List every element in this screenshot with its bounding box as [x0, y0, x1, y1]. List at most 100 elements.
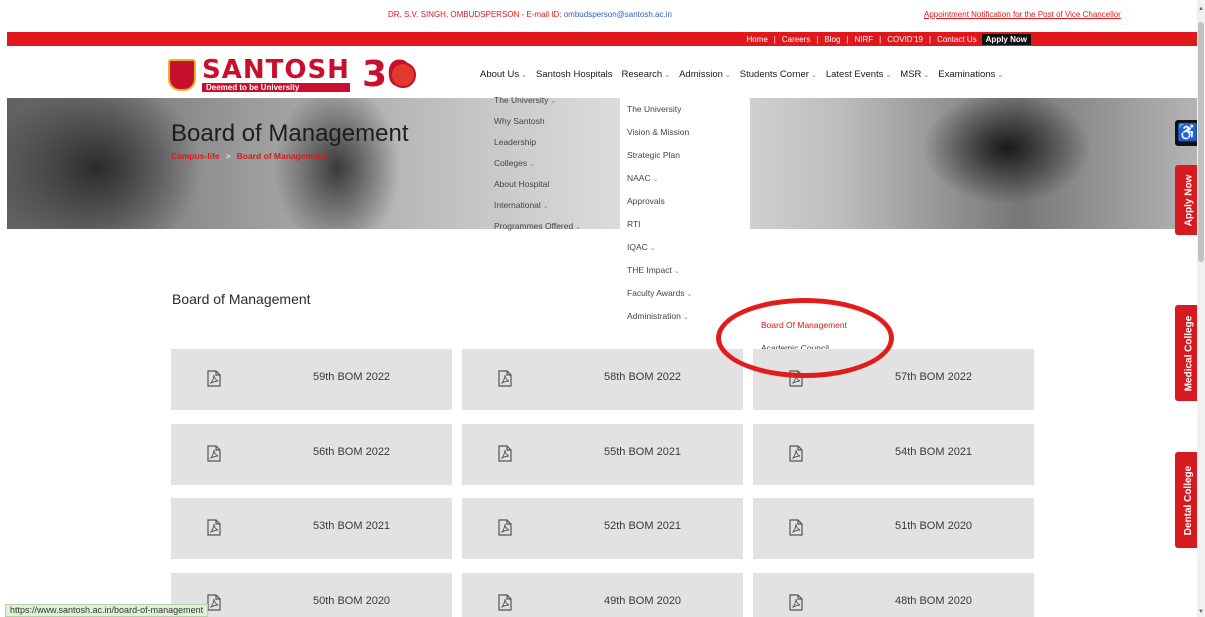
utility-separator: | [879, 35, 882, 44]
menu-item-administration[interactable]: Administration ⌄ [627, 311, 689, 321]
utility-link-home[interactable]: Home [746, 35, 767, 44]
site-logo[interactable]: SANTOSH Deemed to be University 30 [168, 55, 417, 93]
menu-item-label: Administration [627, 311, 681, 321]
document-card-label: 56th BOM 2022 [313, 446, 391, 458]
nav-item-students-corner[interactable]: Students Corner ⌄ [740, 69, 817, 80]
document-card[interactable]: 50th BOM 2020 [171, 573, 452, 617]
top-info-line: DR. S.V. SINGH, OMBUDSPERSON - E-mail ID… [0, 10, 1195, 24]
menu-item-international[interactable]: International ⌄ [494, 200, 549, 210]
chevron-down-icon: ⌄ [575, 224, 582, 231]
menu-item-label: The University [494, 95, 549, 105]
menu-item-iqac[interactable]: IQAC ⌄ [627, 242, 656, 252]
utility-link-covid-19[interactable]: COVID'19 [887, 35, 923, 44]
menu-item-approvals[interactable]: Approvals [627, 196, 665, 206]
anniversary-medal-icon [390, 62, 417, 88]
menu-item-vision-mission[interactable]: Vision & Mission [627, 127, 689, 137]
nav-item-about-us[interactable]: About Us ⌄ [480, 69, 527, 80]
menu-item-colleges[interactable]: Colleges ⌄ [494, 158, 535, 168]
status-bar-url: https://www.santosh.ac.in/board-of-manag… [5, 604, 209, 617]
menu-item-label: Leadership [494, 137, 537, 147]
menu-item-about-hospital[interactable]: About Hospital [494, 179, 549, 189]
menu-item-programmes-offered[interactable]: Programmes Offered ⌄ [494, 221, 581, 231]
utility-link-contact-us[interactable]: Contact Us [937, 35, 977, 44]
brand-name: SANTOSH [202, 55, 350, 85]
pdf-icon [498, 594, 512, 611]
nav-item-admission[interactable]: Admission ⌄ [679, 69, 731, 80]
document-card[interactable]: 58th BOM 2022 [462, 349, 743, 410]
menu-item-strategic-plan[interactable]: Strategic Plan [627, 150, 680, 160]
document-card[interactable]: 52th BOM 2021 [462, 498, 743, 559]
pdf-icon [789, 445, 803, 462]
breadcrumb-campus-life[interactable]: Campus-life [171, 151, 220, 161]
utility-link-careers[interactable]: Careers [782, 35, 810, 44]
utility-separator: | [929, 35, 932, 44]
menu-item-the-university[interactable]: The University ⌄ [494, 95, 556, 105]
nav-item-santosh-hospitals[interactable]: Santosh Hospitals [536, 69, 613, 80]
document-card-label: 48th BOM 2020 [895, 595, 973, 607]
utility-link-nirf[interactable]: NIRF [854, 35, 873, 44]
menu-item-leadership[interactable]: Leadership [494, 137, 536, 147]
menu-item-label: IQAC [627, 242, 648, 252]
pdf-icon [789, 519, 803, 536]
document-card[interactable]: 55th BOM 2021 [462, 424, 743, 485]
scroll-up-icon[interactable]: ▲ [1198, 6, 1204, 12]
document-card[interactable]: 48th BOM 2020 [753, 573, 1034, 617]
document-card[interactable]: 59th BOM 2022 [171, 349, 452, 410]
utility-apply-now-button[interactable]: Apply Now [981, 34, 1031, 45]
menu-item-rti[interactable]: RTI [627, 219, 641, 229]
breadcrumb-separator-icon: > [225, 151, 231, 161]
chevron-down-icon: ⌄ [885, 72, 892, 79]
menu-item-label: Faculty Awards [627, 288, 685, 298]
appointment-notification-link[interactable]: Appointment Notification for the Post of… [924, 10, 1121, 19]
menu-item-label: Programmes Offered [494, 221, 574, 231]
utility-link-blog[interactable]: Blog [824, 35, 840, 44]
scrollbar-thumb[interactable] [1198, 22, 1204, 262]
menu-item-label: Colleges [494, 158, 528, 168]
anniversary-logo: 30 [362, 57, 417, 93]
chevron-down-icon: ⌄ [652, 176, 659, 183]
document-card[interactable]: 56th BOM 2022 [171, 424, 452, 485]
menu-item-label: About Hospital [494, 179, 550, 189]
menu-item-label: International [494, 200, 541, 210]
utility-separator: | [773, 35, 776, 44]
chevron-down-icon: ⌄ [649, 245, 656, 252]
chevron-down-icon: ⌄ [664, 72, 671, 79]
chevron-down-icon: ⌄ [542, 203, 549, 210]
menu-item-label: Approvals [627, 196, 665, 206]
menu-item-label: Vision & Mission [627, 127, 690, 137]
document-card[interactable]: 53th BOM 2021 [171, 498, 452, 559]
brand-name-block: SANTOSH Deemed to be University [202, 55, 350, 92]
document-card[interactable]: 54th BOM 2021 [753, 424, 1034, 485]
document-card-label: 50th BOM 2020 [313, 595, 391, 607]
nav-item-label: Examinations [938, 69, 996, 80]
menu-item-the-impact[interactable]: THE Impact ⌄ [627, 265, 680, 275]
scroll-down-icon[interactable]: ▼ [1198, 609, 1204, 615]
nav-item-label: Students Corner [739, 69, 809, 80]
document-card-label: 51th BOM 2020 [895, 520, 973, 532]
nav-item-label: MSR [900, 69, 922, 80]
nav-item-label: About Us [480, 69, 520, 80]
pdf-icon [207, 594, 221, 611]
document-card-label: 57th BOM 2022 [895, 371, 973, 383]
scrollbar[interactable]: ▲ ▼ [1197, 0, 1205, 617]
nav-item-examinations[interactable]: Examinations ⌄ [938, 69, 1003, 80]
menu-item-why-santosh[interactable]: Why Santosh [494, 116, 545, 126]
nav-item-label: Latest Events [825, 69, 884, 80]
chevron-down-icon: ⌄ [686, 291, 693, 298]
document-card[interactable]: 51th BOM 2020 [753, 498, 1034, 559]
breadcrumb-current: Board of Management [236, 151, 326, 161]
document-card[interactable]: 49th BOM 2020 [462, 573, 743, 617]
pdf-icon [207, 370, 221, 387]
menu-item-naac[interactable]: NAAC ⌄ [627, 173, 659, 183]
utility-separator: | [816, 35, 819, 44]
nav-item-latest-events[interactable]: Latest Events ⌄ [826, 69, 891, 80]
menu-item-the-university[interactable]: The University [627, 104, 681, 114]
ombudsman-email-link[interactable]: ombudsperson@santosh.ac.in [564, 10, 672, 19]
menu-item-label: Strategic Plan [627, 150, 680, 160]
nav-item-msr[interactable]: MSR ⌄ [900, 69, 929, 80]
nav-item-research[interactable]: Research ⌄ [622, 69, 671, 80]
chevron-down-icon: ⌄ [724, 72, 731, 79]
breadcrumb: Campus-life > Board of Management [171, 151, 326, 161]
menu-item-faculty-awards[interactable]: Faculty Awards ⌄ [627, 288, 692, 298]
medical-college-tab-label: Medical College [1183, 315, 1195, 391]
